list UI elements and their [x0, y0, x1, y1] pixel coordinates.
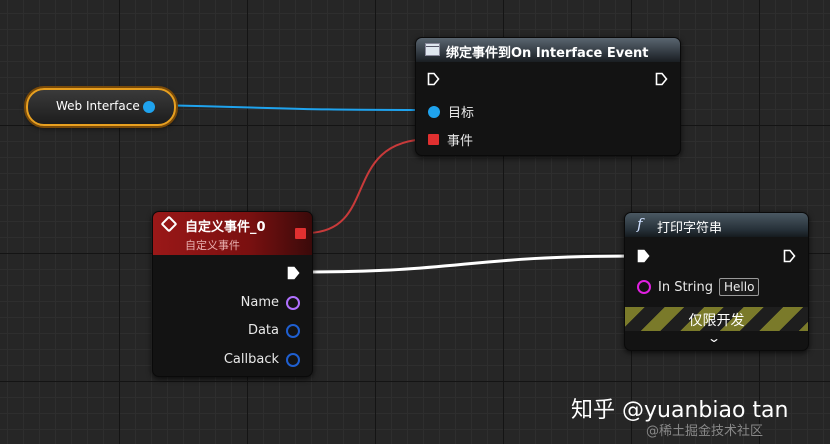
exec-output-icon	[655, 72, 668, 86]
bind-node-title: 绑定事件到On Interface Event	[446, 46, 649, 61]
web-interface-variable-node[interactable]: Web Interface	[26, 88, 176, 126]
delegate-wire	[308, 138, 431, 234]
data-pin-icon	[286, 323, 300, 338]
data-pin-label: Data	[247, 323, 279, 338]
in-string-value-field[interactable]: Hello	[719, 278, 760, 296]
print-node-title: 打印字符串	[657, 221, 723, 236]
in-string-label: In String	[658, 279, 714, 295]
event-pin-icon	[428, 134, 439, 145]
event-pin-label: 事件	[447, 134, 474, 149]
exec-input-icon	[637, 249, 650, 263]
exec-input-icon	[427, 72, 440, 86]
callback-pin[interactable]: Callback	[224, 352, 300, 367]
custom-event-header: 自定义事件_0 自定义事件	[153, 212, 312, 255]
chevron-down-icon[interactable]: ⌄	[707, 331, 721, 345]
object-wire	[149, 104, 434, 111]
event-pin[interactable]: 事件	[428, 130, 473, 149]
variable-label: Web Interface	[56, 99, 140, 113]
target-pin-icon	[428, 105, 440, 118]
exec-input-pin[interactable]	[427, 72, 440, 86]
object-output-pin[interactable]	[143, 101, 155, 113]
name-pin[interactable]: Name	[241, 295, 300, 310]
function-window-icon	[425, 43, 440, 56]
target-pin[interactable]: 目标	[428, 102, 474, 121]
exec-wire	[299, 254, 641, 274]
exec-output-pin[interactable]	[783, 249, 796, 263]
callback-pin-icon	[286, 352, 300, 367]
custom-event-title: 自定义事件_0	[185, 220, 266, 235]
exec-output-pin[interactable]	[287, 266, 300, 280]
exec-output-icon	[287, 266, 300, 280]
watermark-subtext: @稀土掘金技术社区	[646, 424, 764, 439]
name-pin-icon	[286, 295, 300, 310]
bind-event-node[interactable]: 绑定事件到On Interface Event 目标 事件	[415, 37, 681, 156]
target-pin-label: 目标	[448, 106, 475, 121]
development-only-label: 仅限开发	[688, 313, 745, 329]
name-pin-label: Name	[240, 295, 279, 310]
exec-input-pin[interactable]	[637, 249, 650, 263]
function-f-icon: f	[637, 215, 643, 233]
print-string-node[interactable]: f 打印字符串 In String Hello 仅限开发 ⌄	[624, 212, 809, 351]
exec-output-pin[interactable]	[655, 72, 668, 86]
callback-pin-label: Callback	[223, 352, 279, 367]
event-diamond-icon	[160, 215, 178, 233]
custom-event-subtitle: 自定义事件	[185, 239, 240, 252]
exec-output-icon	[783, 249, 796, 263]
in-string-pin[interactable]: In String Hello	[637, 278, 760, 296]
delegate-output-pin[interactable]	[295, 228, 306, 239]
print-node-header: f 打印字符串	[625, 213, 808, 237]
in-string-pin-icon	[637, 280, 651, 294]
data-pin[interactable]: Data	[248, 323, 300, 338]
bind-node-header: 绑定事件到On Interface Event	[416, 38, 680, 62]
custom-event-node[interactable]: 自定义事件_0 自定义事件 Name Data Callback	[152, 211, 313, 377]
